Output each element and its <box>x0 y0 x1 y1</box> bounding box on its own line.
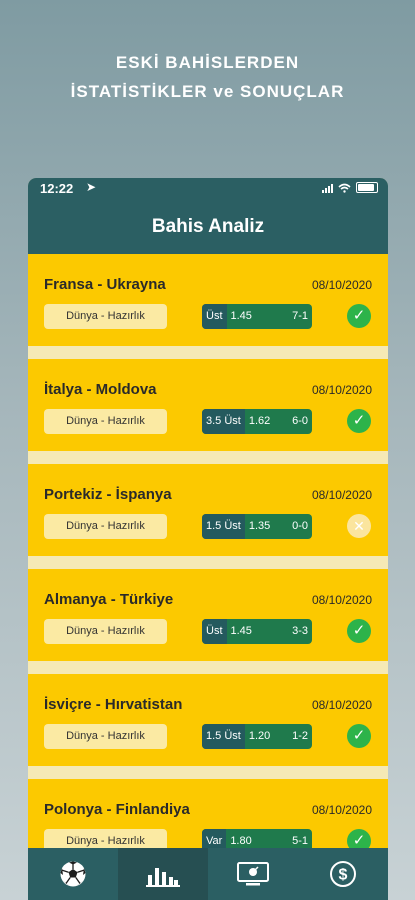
match-date: 08/10/2020 <box>311 278 372 292</box>
match-score: 1-2 <box>292 730 308 742</box>
match-teams: Fransa - Ukrayna <box>44 276 166 293</box>
match-date: 08/10/2020 <box>311 383 372 397</box>
bet-odd: 1.20 <box>248 730 271 742</box>
bet-info: 1.5 Üst 1.35 0-0 <box>202 514 312 539</box>
match-date: 08/10/2020 <box>311 803 372 817</box>
league-badge: Dünya - Hazırlık <box>44 514 167 539</box>
match-teams: İsviçre - Hırvatistan <box>44 696 183 713</box>
soccer-ball-icon <box>60 861 86 887</box>
bet-info: 1.5 Üst 1.20 1-2 <box>202 724 312 749</box>
check-icon: ✓ <box>347 304 371 328</box>
bet-type: Üst <box>202 619 227 644</box>
match-teams: İtalya - Moldova <box>44 381 157 398</box>
status-time: 12:22 <box>40 181 74 196</box>
check-icon: ✓ <box>347 724 371 748</box>
bet-odd: 1.45 <box>230 625 252 637</box>
bet-odd: 1.35 <box>248 520 271 532</box>
bet-odd: 1.45 <box>230 310 252 322</box>
promo-line-1: ESKİ BAHİSLERDEN <box>115 53 300 72</box>
promo-line-2: İSTATİSTİKLER ve SONUÇLAR <box>70 82 345 101</box>
match-date: 08/10/2020 <box>311 593 372 607</box>
league-badge: Dünya - Hazırlık <box>44 409 167 434</box>
location-arrow-icon: ➤ <box>86 180 97 194</box>
match-teams: Polonya - Finlandiya <box>44 801 190 818</box>
tab-live[interactable] <box>208 848 298 900</box>
tab-matches[interactable] <box>28 848 118 900</box>
phone-screen: 12:22 ➤ Bahis Analiz Fransa - Ukrayna 08… <box>28 178 388 900</box>
match-score: 3-3 <box>292 625 308 637</box>
match-date: 08/10/2020 <box>311 488 372 502</box>
match-card[interactable]: Portekiz - İspanya 08/10/2020 Dünya - Ha… <box>28 464 388 556</box>
match-score: 0-0 <box>292 520 308 532</box>
battery-icon <box>356 182 378 193</box>
status-bar: 12:22 ➤ <box>28 178 388 200</box>
league-badge: Dünya - Hazırlık <box>44 619 167 644</box>
page-title: Bahis Analiz <box>151 216 265 237</box>
league-badge: Dünya - Hazırlık <box>44 304 167 329</box>
bet-type: Üst <box>202 304 227 329</box>
match-card[interactable]: İtalya - Moldova 08/10/2020 Dünya - Hazı… <box>28 359 388 451</box>
wifi-icon <box>338 183 351 193</box>
match-score: 6-0 <box>292 415 308 427</box>
check-icon: ✓ <box>347 619 371 643</box>
dollar-icon: $ <box>330 861 356 887</box>
match-teams: Portekiz - İspanya <box>44 486 172 503</box>
bet-odd: 1.62 <box>248 415 271 427</box>
tab-coupons[interactable]: $ <box>298 848 388 900</box>
bet-info: 3.5 Üst 1.62 6-0 <box>202 409 312 434</box>
bet-info: Üst 1.45 7-1 <box>202 304 312 329</box>
match-score: 7-1 <box>292 310 308 322</box>
match-teams: Almanya - Türkiye <box>44 591 174 608</box>
bet-type: 3.5 Üst <box>202 409 245 434</box>
check-icon: ✓ <box>347 409 371 433</box>
bet-type: 1.5 Üst <box>202 514 245 539</box>
bar-chart-icon <box>146 868 180 887</box>
tv-icon <box>237 862 269 886</box>
promo-heading: ESKİ BAHİSLERDEN İSTATİSTİKLER ve SONUÇL… <box>0 48 415 106</box>
match-card[interactable]: Fransa - Ukrayna 08/10/2020 Dünya - Hazı… <box>28 254 388 346</box>
status-icons <box>322 182 378 193</box>
tab-statistics[interactable] <box>118 848 208 900</box>
svg-text:$: $ <box>339 867 348 884</box>
bet-type: 1.5 Üst <box>202 724 245 749</box>
league-badge: Dünya - Hazırlık <box>44 724 167 749</box>
match-card[interactable]: Almanya - Türkiye 08/10/2020 Dünya - Haz… <box>28 569 388 661</box>
app-header: Bahis Analiz <box>28 200 388 254</box>
match-card[interactable]: İsviçre - Hırvatistan 08/10/2020 Dünya -… <box>28 674 388 766</box>
tab-bar: $ <box>28 848 388 900</box>
match-date: 08/10/2020 <box>311 698 372 712</box>
signal-icon <box>322 183 333 193</box>
bet-info: Üst 1.45 3-3 <box>202 619 312 644</box>
cross-icon: ✕ <box>347 514 371 538</box>
